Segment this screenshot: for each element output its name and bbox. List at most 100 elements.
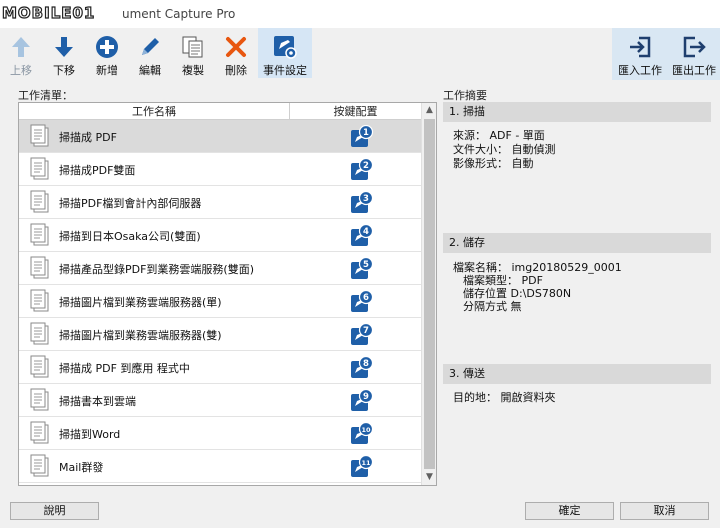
document-stack-icon xyxy=(30,256,49,279)
button-number: 7 xyxy=(363,326,369,336)
button-number: 5 xyxy=(363,260,369,270)
scan-button-icon: 9 xyxy=(351,389,374,411)
job-row[interactable]: 掃描產品型錄PDF到業務雲端服務(雙面) 5 xyxy=(19,252,421,285)
arrow-up-icon xyxy=(12,37,30,57)
scan-button-icon: 5 xyxy=(351,257,374,279)
column-button-config[interactable]: 按鍵配置 xyxy=(290,103,421,120)
summary-scan-header: 1. 掃描 xyxy=(443,102,711,122)
job-list-label: 工作清單： xyxy=(18,89,73,102)
event-settings-icon xyxy=(274,36,297,59)
scan-button-icon: 2 xyxy=(351,158,374,180)
document-stack-icon xyxy=(30,289,49,312)
export-icon xyxy=(683,36,706,58)
job-name: 掃描圖片檔到業務雲端服務器(雙) xyxy=(59,329,222,342)
job-row[interactable]: 掃描圖片檔到業務雲端服務器(雙) 7 xyxy=(19,318,421,351)
ok-button[interactable]: 確定 xyxy=(525,502,614,520)
job-name: Mail群發 xyxy=(59,461,104,474)
button-number: 2 xyxy=(363,161,369,171)
document-stack-icon xyxy=(30,388,49,411)
copy-button[interactable]: 複製 xyxy=(172,28,214,78)
delete-x-icon xyxy=(226,37,246,57)
document-stack-icon xyxy=(30,223,49,246)
scan-button-icon: 6 xyxy=(351,290,374,312)
document-stack-icon xyxy=(30,124,49,147)
arrow-down-icon xyxy=(55,37,73,57)
job-row[interactable]: 掃描成 PDF 1 xyxy=(19,120,421,153)
job-name: 掃描到日本Osaka公司(雙面) xyxy=(59,230,201,243)
job-name: 掃描書本到雲端 xyxy=(59,395,136,408)
copy-icon xyxy=(182,36,203,58)
watermark-text: MOBILE01 xyxy=(1,3,96,22)
button-number: 1 xyxy=(363,128,369,138)
scan-button-icon: 3 xyxy=(351,191,374,213)
button-number: 10 xyxy=(361,426,371,434)
job-row[interactable]: 掃描PDF檔到會計內部伺服器 3 xyxy=(19,186,421,219)
document-stack-icon xyxy=(30,454,49,477)
list-scrollbar[interactable]: ▲ ▼ xyxy=(421,103,436,485)
button-number: 8 xyxy=(363,359,369,369)
delete-button[interactable]: 刪除 xyxy=(215,28,257,78)
job-row[interactable]: 掃描到Word 10 xyxy=(19,417,421,450)
pencil-icon xyxy=(142,38,159,55)
job-row[interactable]: 掃描到日本Osaka公司(雙面) 4 xyxy=(19,219,421,252)
mobile01-watermark-logo: MOBILE01 xyxy=(1,2,96,24)
edit-label: 編輯 xyxy=(139,64,161,77)
scan-button-icon: 1 xyxy=(351,125,374,147)
delete-label: 刪除 xyxy=(225,64,247,77)
add-label: 新增 xyxy=(96,64,118,77)
move-up-button[interactable]: 上移 xyxy=(0,28,42,78)
window-title: ument Capture Pro xyxy=(122,7,236,21)
button-number: 3 xyxy=(363,194,369,204)
event-settings-button[interactable]: 事件設定 xyxy=(258,28,312,78)
job-name: 掃描到Word xyxy=(59,428,121,441)
document-stack-icon xyxy=(30,190,49,213)
scan-button-icon: 10 xyxy=(351,422,374,444)
job-row[interactable]: 掃描成 PDF 到應用 程式中 8 xyxy=(19,351,421,384)
edit-button[interactable]: 編輯 xyxy=(129,28,171,78)
import-job-button[interactable]: 匯入工作 xyxy=(614,28,666,78)
scan-button-icon: 4 xyxy=(351,224,374,246)
job-name: 掃描產品型錄PDF到業務雲端服務(雙面) xyxy=(59,263,255,276)
plus-circle-icon xyxy=(96,36,118,58)
job-name: 掃描成PDF雙面 xyxy=(59,164,136,177)
button-number: 4 xyxy=(363,227,369,237)
event-settings-label: 事件設定 xyxy=(263,64,307,77)
export-job-button[interactable]: 匯出工作 xyxy=(668,28,720,78)
export-job-label: 匯出工作 xyxy=(672,64,716,77)
job-row[interactable]: 掃描圖片檔到業務雲端服務器(單) 6 xyxy=(19,285,421,318)
summary-save-header: 2. 儲存 xyxy=(443,233,711,253)
job-name: 掃描成 PDF xyxy=(59,131,117,144)
column-job-name[interactable]: 工作名稱 xyxy=(19,103,290,120)
job-list: 工作名稱 按鍵配置 掃描成 PDF 1 掃描成PDF雙面 2 掃描PDF檔到會計內部伺服… xyxy=(18,102,437,486)
move-down-label: 下移 xyxy=(53,64,75,77)
scroll-thumb[interactable] xyxy=(424,119,435,469)
summary-send-header: 3. 傳送 xyxy=(443,364,711,384)
help-button[interactable]: 說明 xyxy=(10,502,99,520)
move-down-button[interactable]: 下移 xyxy=(43,28,85,78)
button-number: 11 xyxy=(361,459,371,467)
import-export-group: 匯入工作 匯出工作 xyxy=(612,28,720,80)
toolbar: 上移 下移 新增 編輯 複製 刪除 事件設定 匯入工作 匯出工作 xyxy=(0,28,720,80)
job-row[interactable]: 掃描成PDF雙面 2 xyxy=(19,153,421,186)
scroll-up-icon[interactable]: ▲ xyxy=(422,103,437,118)
job-name: 掃描成 PDF 到應用 程式中 xyxy=(59,362,190,375)
cancel-button[interactable]: 取消 xyxy=(620,502,709,520)
scan-button-icon: 7 xyxy=(351,323,374,345)
job-name: 掃描PDF檔到會計內部伺服器 xyxy=(59,197,202,210)
job-row[interactable]: 掃描書本到雲端 9 xyxy=(19,384,421,417)
button-number: 6 xyxy=(363,293,369,303)
document-stack-icon xyxy=(30,157,49,180)
save-separation: 分隔方式 無 xyxy=(463,300,522,313)
import-icon xyxy=(630,36,651,58)
scroll-down-icon[interactable]: ▼ xyxy=(422,470,437,485)
job-row[interactable]: Mail群發 11 xyxy=(19,450,421,483)
add-button[interactable]: 新增 xyxy=(86,28,128,78)
job-rows: 掃描成 PDF 1 掃描成PDF雙面 2 掃描PDF檔到會計內部伺服器 3 掃描到日本Osa… xyxy=(19,120,421,483)
copy-label: 複製 xyxy=(182,64,204,77)
button-number: 9 xyxy=(363,392,369,402)
scan-button-icon: 8 xyxy=(351,356,374,378)
scan-image-mode: 影像形式： 自動 xyxy=(453,157,534,170)
job-list-header: 工作名稱 按鍵配置 xyxy=(19,103,421,120)
title-bar: MOBILE01 ument Capture Pro xyxy=(0,0,720,28)
summary-label: 工作摘要 xyxy=(443,89,487,102)
